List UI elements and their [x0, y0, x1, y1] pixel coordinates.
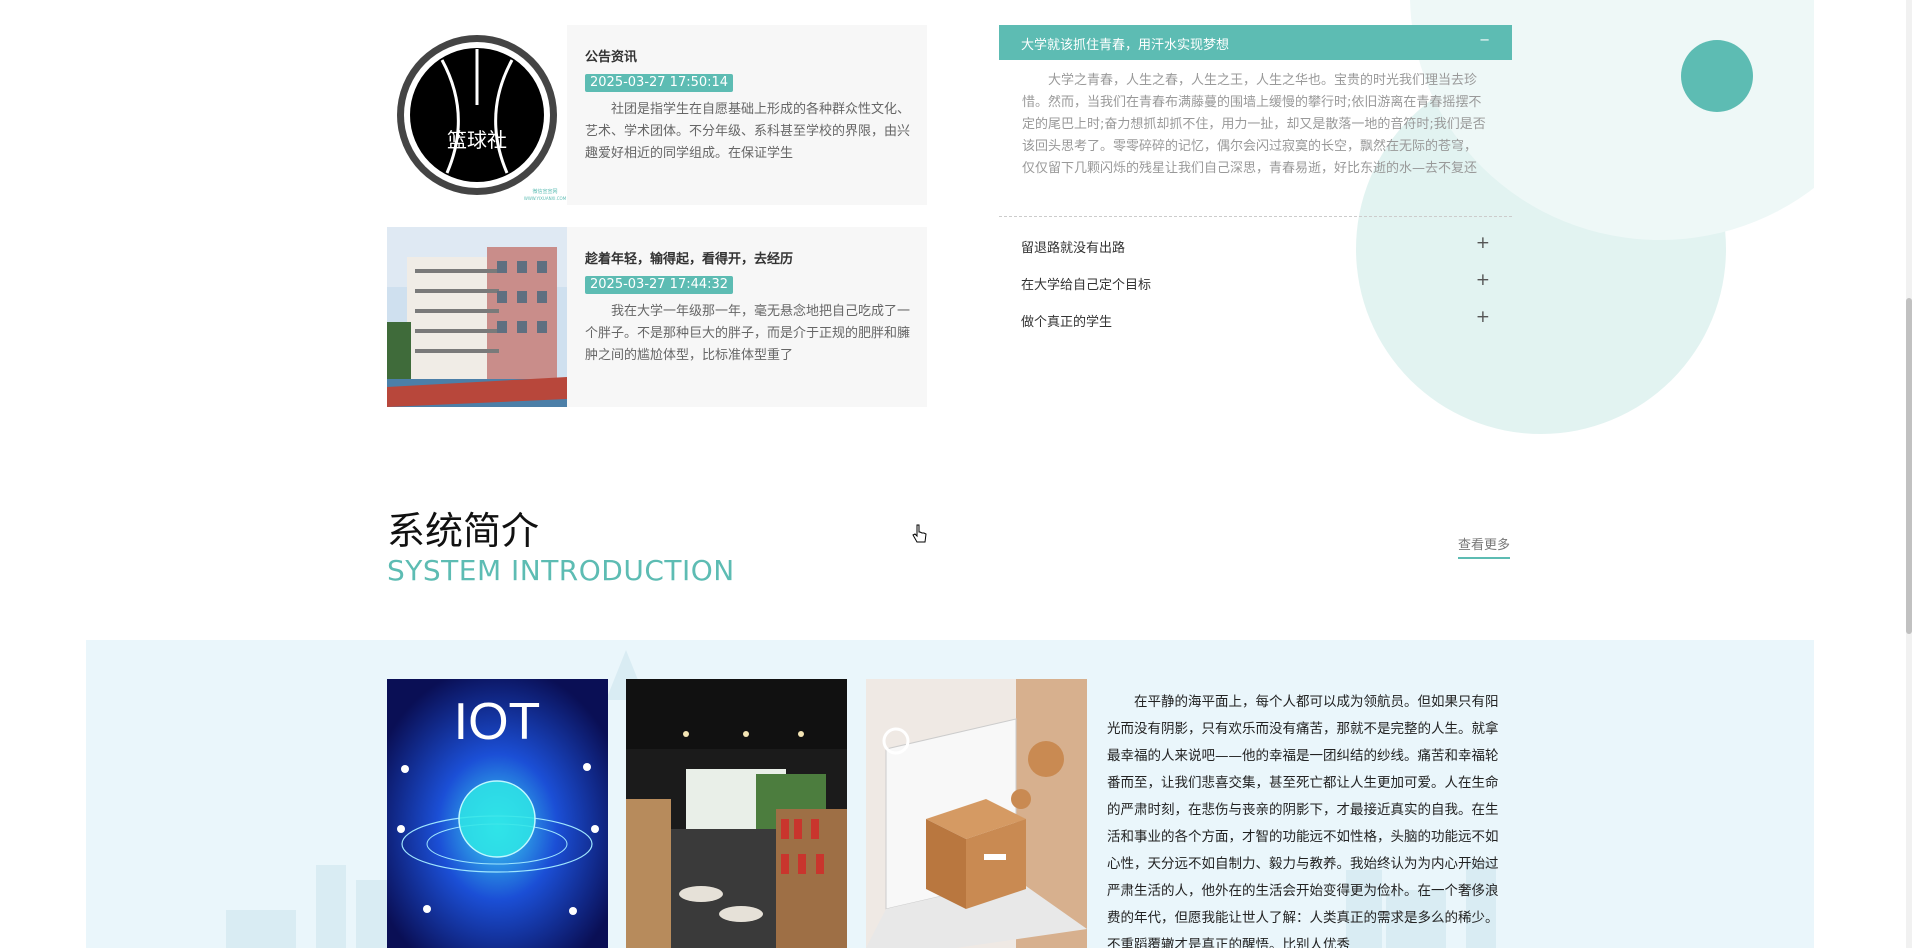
- campus-building-image: [387, 227, 567, 407]
- news-title[interactable]: 公告资讯: [585, 46, 637, 65]
- accordion-item[interactable]: 在大学给自己定个目标 +: [999, 270, 1512, 294]
- logo-text: 篮球社: [447, 128, 507, 152]
- accordion-item[interactable]: 做个真正的学生 +: [999, 307, 1512, 331]
- accordion-body: 大学之青春，人生之春，人生之王，人生之华也。宝贵的时光我们理当去珍惜。然而，当我…: [1022, 73, 1486, 176]
- side-band-left: [0, 0, 86, 948]
- accordion-active-title: 大学就该抓住青春，用汗水实现梦想: [1021, 38, 1230, 53]
- news-description: 我在大学一年级那一年，毫无悬念地把自己吃成了一个胖子。不是那种巨大的胖子，而是介…: [585, 304, 910, 363]
- iot-image: IOT: [387, 679, 608, 948]
- accordion-divider: [999, 216, 1512, 217]
- accordion-item-label: 留退路就没有出路: [1021, 241, 1126, 256]
- intro-text: 在平静的海平面上，每个人都可以成为领航员。但如果只有阳光而没有阴影，只有欢乐而没…: [1107, 694, 1499, 948]
- news-date-badge: 2025-03-27 17:44:32: [585, 276, 734, 294]
- package-laptop-image: [866, 679, 1087, 948]
- side-band-right: [1814, 0, 1906, 948]
- section-title: 系统简介: [387, 509, 540, 553]
- expand-icon[interactable]: +: [1476, 307, 1490, 327]
- expand-icon[interactable]: +: [1476, 233, 1490, 253]
- accordion-item-label: 做个真正的学生: [1021, 315, 1113, 330]
- view-more-link[interactable]: 查看更多: [1458, 534, 1511, 559]
- accordion-item-label: 在大学给自己定个目标: [1021, 278, 1152, 293]
- logo-caption: 微信宣宣网: [532, 188, 557, 195]
- iot-label: IOT: [454, 693, 541, 751]
- news-description: 社团是指学生在自愿基础上形成的各种群众性文化、艺术、学术团体。不分年级、系科甚至…: [585, 102, 910, 161]
- accordion-item[interactable]: 留退路就没有出路 +: [999, 233, 1512, 257]
- news-date-badge: 2025-03-27 17:50:14: [585, 74, 734, 92]
- hand-pointer-cursor-icon: [912, 524, 928, 546]
- news-card[interactable]: 篮球社 微信宣宣网 WWW.YIXUANXI.COM 公告资讯 2025-03-…: [387, 25, 927, 205]
- news-card[interactable]: 趁着年轻，输得起，看得开，去经历 2025-03-27 17:44:32 我在大…: [387, 227, 927, 407]
- scrollbar-thumb[interactable]: [1906, 298, 1912, 634]
- section-subtitle: SYSTEM INTRODUCTION: [387, 554, 735, 587]
- accordion-header-active[interactable]: 大学就该抓住青春，用汗水实现梦想 −: [999, 25, 1512, 60]
- basketball-club-logo: 篮球社 微信宣宣网 WWW.YIXUANXI.COM: [387, 25, 567, 205]
- expand-icon[interactable]: +: [1476, 270, 1490, 290]
- collapse-icon[interactable]: −: [1479, 33, 1490, 48]
- logo-url: WWW.YIXUANXI.COM: [524, 196, 567, 201]
- page: 篮球社 微信宣宣网 WWW.YIXUANXI.COM 公告资讯 2025-03-…: [0, 0, 1912, 948]
- library-image: [626, 679, 847, 948]
- decor-circle-small: [1681, 40, 1753, 112]
- news-title[interactable]: 趁着年轻，输得起，看得开，去经历: [585, 248, 793, 267]
